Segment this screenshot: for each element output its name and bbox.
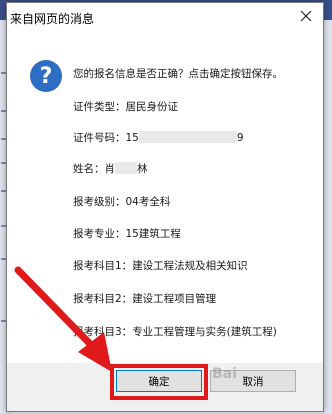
pointer-arrow-icon bbox=[14, 266, 112, 372]
